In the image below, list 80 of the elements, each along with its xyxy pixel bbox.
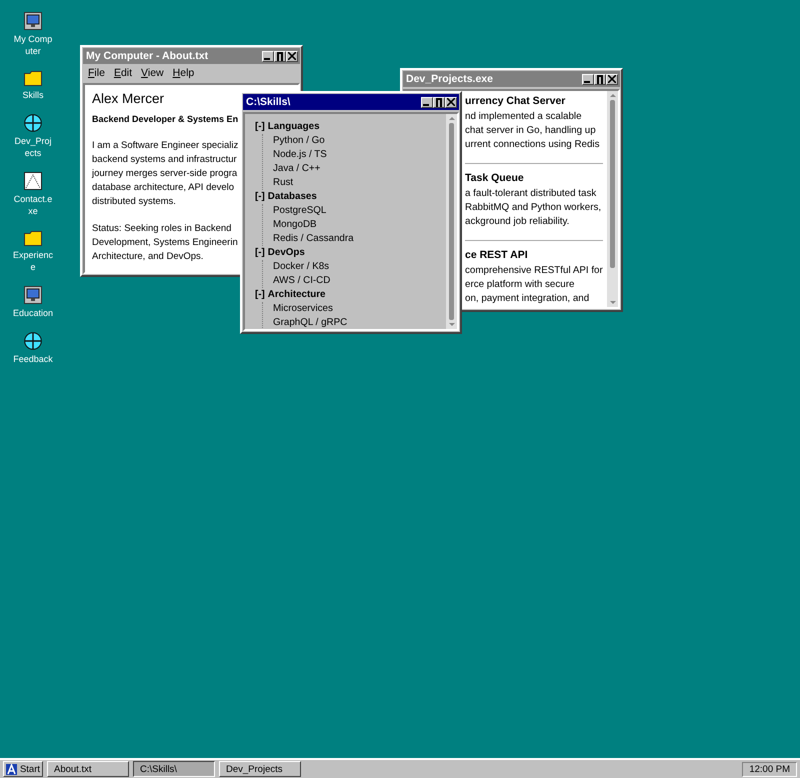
desktop-icon-label[interactable]: Contact.exe <box>12 193 54 217</box>
desktop-icon-label[interactable]: Experience <box>12 249 54 273</box>
tree-leaf[interactable]: AWS / CI-CD <box>273 274 446 288</box>
tree-leaf[interactable]: Java / C++ <box>273 162 446 176</box>
maximize-icon <box>597 74 603 84</box>
close-button[interactable] <box>606 74 618 84</box>
menu-item[interactable]: File <box>88 67 105 79</box>
project-title: ce REST API <box>465 249 529 261</box>
minimize-button[interactable] <box>582 74 594 84</box>
scroll-down-icon <box>448 322 454 327</box>
tree-leaf[interactable]: PostgreSQL <box>273 204 446 218</box>
document-icon[interactable] <box>24 172 42 190</box>
project-description: nd implemented a scalable chat server in Go, handling up urrent connections using Redis <box>465 110 601 152</box>
desktop-icon-label[interactable]: Feedback <box>12 353 54 365</box>
tree-node[interactable]: DevOps <box>268 246 305 260</box>
tree-leaf[interactable]: Rust <box>273 176 446 190</box>
tree-leaf[interactable]: Redis / Cassandra <box>273 232 446 246</box>
menu-item[interactable]: Help <box>172 67 194 79</box>
tree-leaf[interactable]: Docker / K8s <box>273 260 446 274</box>
scroll-down-icon <box>610 300 616 305</box>
close-button[interactable] <box>286 50 298 62</box>
window-titlebar[interactable]: Dev_Projects.exe <box>403 71 620 87</box>
close-icon <box>447 98 455 106</box>
menu-item[interactable]: View <box>141 67 164 79</box>
project-title: Task Queue <box>465 172 525 184</box>
desktop-icon-label[interactable]: My Computer <box>12 33 54 57</box>
project-description: comprehensive RESTful API for erce platform with secure on, payment integration, and <box>465 264 603 306</box>
desktop-icon-label[interactable]: Education <box>12 307 54 319</box>
window-title: My Computer - About.txt <box>86 50 208 62</box>
start-button[interactable]: Start <box>3 761 43 777</box>
project-description: a fault-tolerant distributed task RabbitMQ and Python workers, ackground job reliability. <box>465 187 602 229</box>
minimize-button[interactable] <box>262 50 274 62</box>
maximize-icon <box>277 52 283 60</box>
window-title: Dev_Projects.exe <box>406 73 493 85</box>
close-button[interactable] <box>445 96 457 108</box>
maximize-button[interactable] <box>433 96 445 108</box>
window-titlebar[interactable]: My Computer - About.txt <box>83 48 300 64</box>
minimize-button[interactable] <box>421 96 433 108</box>
tree-toggle[interactable]: [-] <box>255 288 265 302</box>
logo-icon <box>6 764 17 774</box>
maximize-icon <box>436 98 442 106</box>
maximize-button[interactable] <box>274 50 286 62</box>
clock-text: 12:00 PM <box>742 762 797 776</box>
tree-node[interactable]: Databases <box>268 190 317 204</box>
scrollbar[interactable] <box>607 91 618 307</box>
tree-leaf[interactable]: Microservices <box>273 302 446 316</box>
taskbar-button[interactable]: About.txt <box>47 761 129 777</box>
tree-leaf[interactable]: Node.js / TS <box>273 148 446 162</box>
menu-item[interactable]: Edit <box>114 67 132 79</box>
desktop-icon-label[interactable]: Dev_Projects <box>12 135 54 159</box>
tree-leaf[interactable]: MongoDB <box>273 218 446 232</box>
window-titlebar[interactable]: C:\Skills\ <box>243 94 459 110</box>
computer-icon[interactable] <box>24 286 42 304</box>
tree-leaf[interactable]: Python / Go <box>273 134 446 148</box>
window-title: C:\Skills\ <box>246 96 290 108</box>
scrollbar[interactable] <box>446 114 457 329</box>
maximize-button[interactable] <box>594 74 606 84</box>
tree-toggle[interactable]: [-] <box>255 120 265 134</box>
paragraph-text: I am a Software Engineer specializ backend systems and infrastructur journey merges server-side progra database architecture, API develo distributed systems. <box>92 139 238 209</box>
folder-icon[interactable] <box>24 70 42 86</box>
tree-leaf[interactable]: GraphQL / gRPC <box>273 316 446 329</box>
tree-toggle[interactable]: [-] <box>255 190 265 204</box>
desktop-icon-label[interactable]: Skills <box>12 89 54 101</box>
scroll-up-icon <box>448 116 454 121</box>
paragraph-text: Status: Seeking roles in Backend Development, Systems Engineerin Architecture, and DevOps. <box>92 222 238 264</box>
taskbar-button[interactable]: C:\Skills\ <box>133 761 215 777</box>
scroll-up-icon <box>610 93 616 98</box>
globe-icon[interactable] <box>24 332 42 350</box>
tree-node[interactable]: Languages <box>268 120 320 134</box>
tree-node[interactable]: Architecture <box>268 288 326 302</box>
computer-icon[interactable] <box>24 12 42 30</box>
close-icon <box>608 75 616 83</box>
tree-toggle[interactable]: [-] <box>255 246 265 260</box>
close-icon <box>288 52 296 60</box>
name-heading: Alex Mercer <box>92 91 164 106</box>
globe-icon[interactable] <box>24 114 42 132</box>
taskbar-button[interactable]: Dev_Projects <box>219 761 301 777</box>
folder-icon[interactable] <box>24 230 42 246</box>
subtitle-text: Backend Developer & Systems En <box>92 114 238 124</box>
project-title: urrency Chat Server <box>465 95 566 107</box>
